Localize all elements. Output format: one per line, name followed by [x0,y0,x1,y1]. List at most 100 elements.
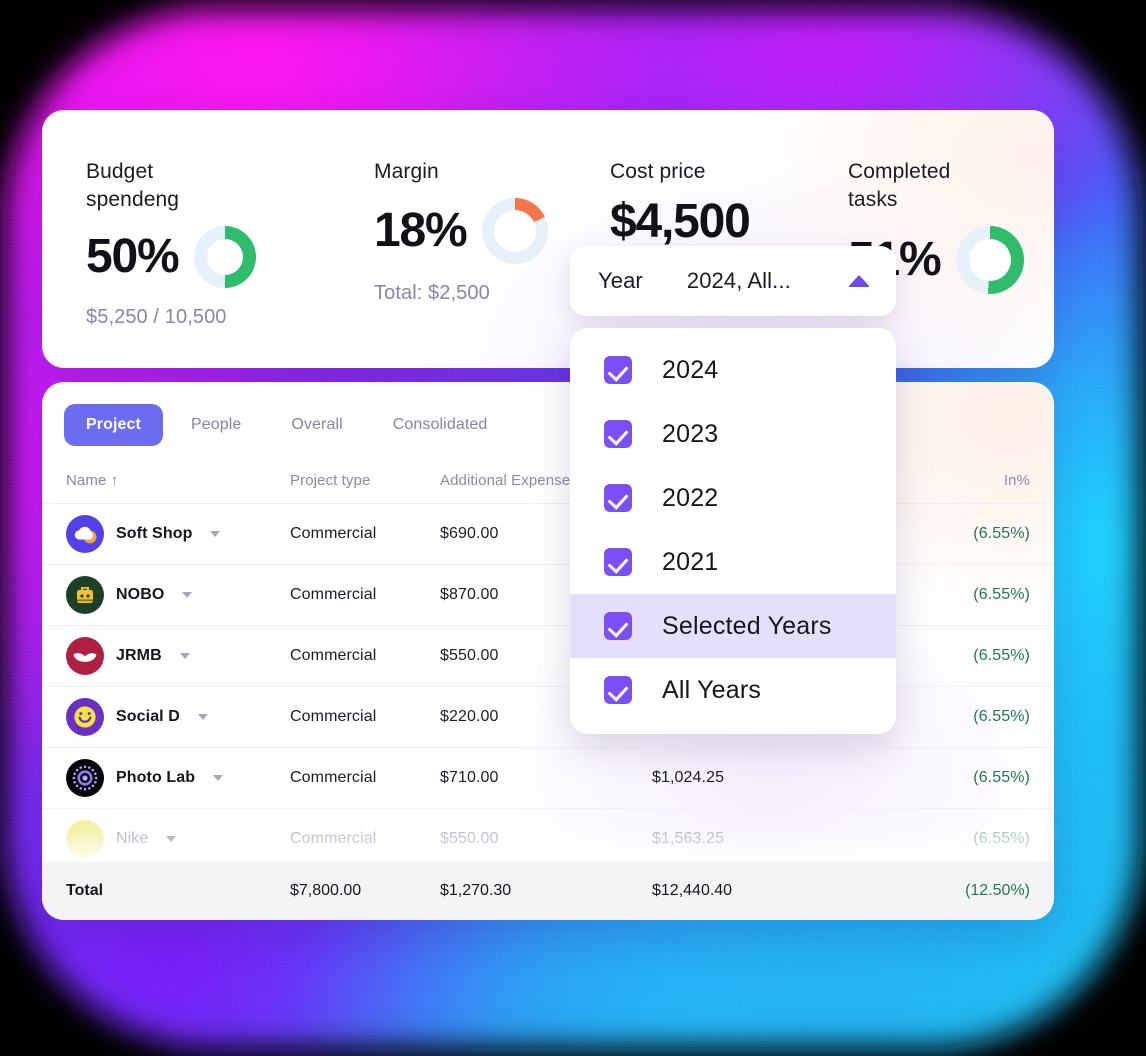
margin-donut-chart [482,197,549,264]
project-name-label: NOBO [116,586,165,603]
project-name-cell: JRMB [66,637,290,675]
column-header-name[interactable]: Name ↑ [42,446,290,504]
cell-cost: $1,563.25 [652,808,906,870]
total-cost: $12,440.40 [652,882,733,899]
table-row[interactable]: JRMB Commercial $550.00 (6.55%) [42,625,1054,687]
tab-consolidated[interactable]: Consolidated [371,404,510,446]
column-header-name-label: Name [66,472,107,489]
cell-project-type: Commercial [290,686,440,748]
total-project-type: $7,800.00 [290,882,362,899]
dropdown-option-all-years[interactable]: All Years [570,658,896,722]
completed-tasks-donut-chart [956,225,1025,294]
project-name-cell: NOBO [66,576,290,614]
project-name-label: Soft Shop [116,525,193,542]
dropdown-option-2024[interactable]: 2024 [570,338,896,402]
dropdown-option-label: All Years [662,675,762,704]
project-name-cell: Nike [66,820,290,859]
project-name-label: Nike [116,830,149,848]
checkbox-checked-icon[interactable] [604,612,632,640]
kpi-value-row: 18% [374,197,566,264]
cell-name: Photo Lab [42,747,290,809]
toolbox-icon [66,576,104,614]
blank-icon [66,820,104,859]
kpi-subtext: Total: $2,500 [374,281,490,304]
projects-table: Name ↑ Project type Additional Expenses … [42,446,1054,870]
chevron-down-icon[interactable] [213,775,224,781]
kpi-title: Cost price [610,160,706,183]
table-row[interactable]: Soft Shop Commercial $690.00 (6.55%) [42,503,1054,565]
kpi-title: Margin [374,160,439,183]
year-filter-dropdown-panel[interactable]: 2024 2023 2022 2021 Selected Years All Years [570,328,896,734]
project-name-cell: Photo Lab [66,759,290,797]
column-header-project-type[interactable]: Project type [290,446,440,504]
dropdown-option-label: 2024 [662,355,719,384]
tab-people[interactable]: People [169,404,263,446]
cell-additional-expenses: $550.00 [440,808,652,870]
smiley-icon [66,698,104,736]
dropdown-option-label: 2022 [662,483,719,512]
kpi-margin: Margin 18% Total: $2,500 [330,158,566,368]
chevron-down-icon[interactable] [179,653,190,659]
year-filter-label: Year [598,268,643,293]
projects-table-card: Project People Overall Consolidated Name ↑ … [42,382,1054,920]
project-name-cell: Social D [66,698,290,736]
chevron-up-icon[interactable] [848,275,870,287]
tab-project[interactable]: Project [64,404,163,446]
total-additional-expenses: $1,270.30 [440,882,512,899]
dropdown-option-selected-years[interactable]: Selected Years [570,594,896,658]
chevron-down-icon[interactable] [182,592,193,598]
cell-name: Nike [42,808,290,870]
donut-hole [494,209,537,252]
column-header-in-percent[interactable]: In% [906,446,1054,504]
checkbox-checked-icon[interactable] [604,356,632,384]
cell-additional-expenses: $710.00 [440,747,652,809]
tab-overall[interactable]: Overall [269,404,364,446]
dropdown-option-2023[interactable]: 2023 [570,402,896,466]
cell-name: Soft Shop [42,503,290,565]
checkbox-checked-icon[interactable] [604,420,632,448]
table-row[interactable]: Nike Commercial $550.00 $1,563.25 (6.55%) [42,808,1054,870]
checkbox-checked-icon[interactable] [604,676,632,704]
table-row[interactable]: Photo Lab Commercial $710.00 $1,024.25 (6.55… [42,747,1054,809]
kpi-value-row: 50% [86,225,330,288]
budget-donut-chart [194,225,257,288]
cell-project-type: Commercial [290,564,440,626]
table-total-row: Total $7,800.00 $1,270.30 $12,440.40 (12… [42,862,1054,920]
kpi-subtext: $5,250 / 10,500 [86,305,227,328]
kpi-title: Completed tasks [848,160,951,211]
dropdown-option-2022[interactable]: 2022 [570,466,896,530]
cell-in-percent: (6.55%) [906,625,1054,687]
dashboard-screenshot: Budget spendeng 50% $5,250 / 10,500 Marg… [0,0,1146,1056]
kpi-grid: Budget spendeng 50% $5,250 / 10,500 Marg… [42,158,1054,368]
dropdown-option-label: 2021 [662,547,719,576]
chevron-down-icon[interactable] [166,836,177,843]
table-head: Name ↑ Project type Additional Expenses … [42,446,1054,504]
cell-name: JRMB [42,625,290,687]
cell-in-percent: (6.55%) [906,686,1054,748]
table-row[interactable]: Social D Commercial $220.00 (6.55%) [42,686,1054,748]
table-row[interactable]: NOBO Commercial $870.00 (6.55%) [42,564,1054,626]
cell-in-percent: (6.55%) [906,808,1054,870]
cell-project-type: Commercial [290,503,440,565]
dropdown-option-label: 2023 [662,419,719,448]
cloud-icon [66,515,104,553]
aperture-icon [66,759,104,797]
dropdown-option-2021[interactable]: 2021 [570,530,896,594]
year-filter-dropdown-trigger[interactable]: Year 2024, All... [570,246,896,316]
kpi-value: 50% [86,229,180,283]
cell-project-type: Commercial [290,747,440,809]
chevron-down-icon[interactable] [197,714,208,720]
project-name-cell: Soft Shop [66,515,290,553]
cell-project-type: Commercial [290,625,440,687]
checkbox-checked-icon[interactable] [604,484,632,512]
cell-name: NOBO [42,564,290,626]
total-in-percent: (12.50%) [965,882,1030,899]
cell-name: Social D [42,686,290,748]
chevron-down-icon[interactable] [210,531,221,537]
donut-hole [207,238,244,275]
dropdown-option-label: Selected Years [662,611,832,640]
kpi-value: 18% [374,203,468,257]
cell-in-percent: (6.55%) [906,564,1054,626]
cell-in-percent: (6.55%) [906,747,1054,809]
checkbox-checked-icon[interactable] [604,548,632,576]
